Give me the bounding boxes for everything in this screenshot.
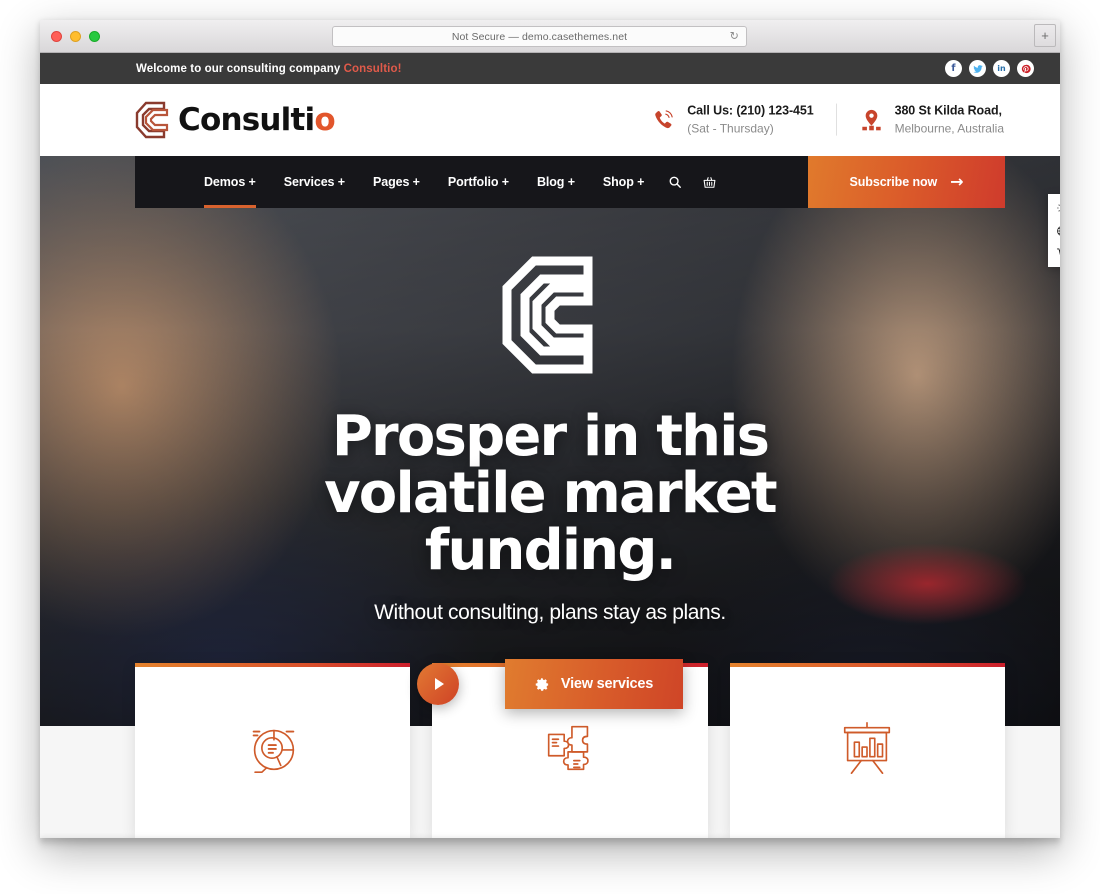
location-pin-icon (861, 109, 881, 131)
top-announcement-bar: Welcome to our consulting company Consul… (40, 53, 1060, 84)
site-logo[interactable]: Consultio (134, 98, 336, 142)
site-header: Consultio Call Us: (210) 123-451 (Sat - … (40, 84, 1060, 156)
main-navigation: Demos + Services + Pages + Portfolio + B… (135, 156, 1005, 208)
contact-phone-line1: Call Us: (210) 123-451 (687, 103, 814, 118)
contact-phone-line2: (Sat - Thursday) (687, 121, 774, 136)
settings-gear-icon[interactable] (1052, 200, 1060, 215)
gear-icon (535, 678, 548, 691)
consultio-hex-logo-mark (135, 101, 169, 139)
view-services-label: View services (560, 676, 654, 693)
nav-item-pages[interactable]: Pages + (359, 156, 434, 208)
puzzle-pieces-icon (547, 725, 589, 771)
contact-divider (835, 104, 837, 136)
welcome-brand-name: Consultio! (343, 62, 402, 75)
reload-icon[interactable]: ↻ (730, 31, 739, 42)
basket-icon[interactable] (692, 156, 726, 208)
address-bar-text: Not Secure — demo.casethemes.net (451, 30, 628, 43)
logo-text-accent: o (314, 102, 335, 138)
nav-items: Demos + Services + Pages + Portfolio + B… (135, 156, 808, 208)
pinterest-icon[interactable] (1017, 60, 1034, 77)
welcome-message: Welcome to our consulting company Consul… (136, 63, 402, 75)
nav-item-shop[interactable]: Shop + (589, 156, 658, 208)
nav-item-blog[interactable]: Blog + (523, 156, 589, 208)
maximize-window-button[interactable] (89, 31, 100, 42)
page-viewport: Welcome to our consulting company Consul… (40, 53, 1060, 838)
consultio-hex-c-logo (502, 256, 593, 374)
floating-tool-panel (1048, 194, 1060, 267)
browser-chrome: Not Secure — demo.casethemes.net ↻ + (40, 20, 1060, 53)
search-icon[interactable] (658, 156, 692, 208)
play-video-button[interactable] (416, 663, 459, 706)
contact-address[interactable]: 380 St Kilda Road, Melbourne, Australia (859, 103, 1004, 138)
nav-item-demos[interactable]: Demos + (190, 156, 270, 208)
arrow-right-icon: → (950, 172, 964, 191)
address-bar[interactable]: Not Secure — demo.casethemes.net ↻ (332, 26, 747, 47)
hero-cta-group: View services (40, 659, 1060, 710)
linkedin-icon[interactable]: in (993, 60, 1010, 77)
contact-phone-text: Call Us: (210) 123-451 (Sat - Thursday) (687, 103, 813, 138)
hero-subheadline: Without consulting, plans stay as plans. (374, 601, 726, 625)
twitter-icon[interactable] (969, 60, 986, 77)
browser-window: Not Secure — demo.casethemes.net ↻ + Wel… (40, 20, 1060, 838)
contact-address-line2: Melbourne, Australia (894, 121, 1004, 136)
globe-icon[interactable] (1052, 223, 1060, 238)
pie-chart-icon (252, 729, 294, 774)
new-tab-button[interactable]: + (1034, 24, 1056, 47)
nav-item-services[interactable]: Services + (270, 156, 359, 208)
phone-icon (655, 110, 673, 129)
hero-headline: Prosper in this volatile market funding. (324, 404, 778, 584)
social-links: f in (945, 60, 1034, 77)
nav-item-portfolio[interactable]: Portfolio + (434, 156, 523, 208)
hero-content: Prosper in this volatile market funding.… (40, 250, 1060, 710)
close-window-button[interactable] (51, 31, 62, 42)
contact-address-text: 380 St Kilda Road, Melbourne, Australia (895, 103, 1004, 138)
welcome-text: Welcome to our consulting company (136, 62, 344, 75)
service-cards-section (40, 717, 1060, 838)
cart-icon[interactable] (1052, 246, 1060, 261)
facebook-icon[interactable]: f (945, 60, 962, 77)
hero-section: Demos + Services + Pages + Portfolio + B… (40, 156, 1060, 734)
window-drop-shadow (40, 838, 1060, 850)
presentation-chart-icon (844, 721, 891, 775)
subscribe-label: Subscribe now (849, 175, 938, 189)
play-triangle-icon (434, 678, 444, 691)
header-contacts: Call Us: (210) 123-451 (Sat - Thursday) (651, 103, 1004, 138)
contact-address-line1: 380 St Kilda Road, (894, 103, 1002, 118)
minimize-window-button[interactable] (70, 31, 81, 42)
traffic-lights (51, 31, 100, 42)
contact-phone[interactable]: Call Us: (210) 123-451 (Sat - Thursday) (651, 103, 814, 138)
subscribe-now-button[interactable]: Subscribe now → (808, 156, 1005, 208)
logo-text-main: Consulti (178, 102, 315, 138)
view-services-button[interactable]: View services (504, 659, 684, 710)
logo-wordmark: Consultio (178, 102, 336, 138)
